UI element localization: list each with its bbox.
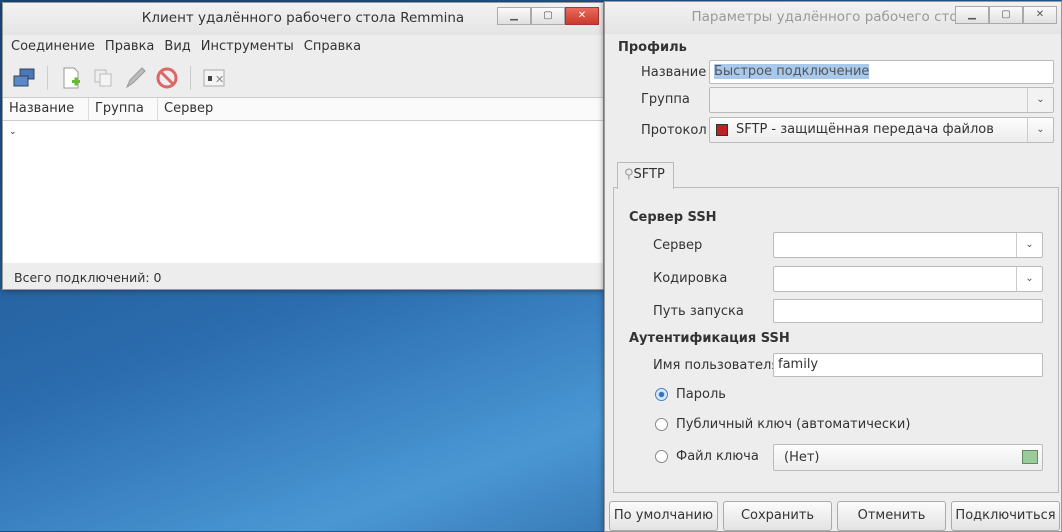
title-bar: Параметры удалённого рабочего стола ▁ ▢ ✕ <box>605 2 1061 34</box>
username-label: Имя пользователя <box>653 358 780 373</box>
name-input[interactable]: Быстрое подключение <box>709 60 1054 84</box>
status-bar: Всего подключений: 0 <box>14 270 162 285</box>
group-label: Группа <box>641 92 690 107</box>
keyfile-chooser[interactable]: (Нет) <box>773 444 1043 471</box>
column-group[interactable]: Группа <box>89 98 158 120</box>
menu-tools[interactable]: Инструменты <box>201 35 294 59</box>
chevron-down-icon: ⌄ <box>1027 88 1053 112</box>
svg-text:✕: ✕ <box>215 73 224 86</box>
edit-pencil-icon[interactable] <box>122 65 148 91</box>
ssh-server-heading: Сервер SSH <box>629 210 717 225</box>
title-bar: Клиент удалённого рабочего стола Remmina… <box>3 3 603 35</box>
radio-unchecked <box>655 450 668 463</box>
preferences-icon[interactable]: ✕ <box>201 65 227 91</box>
maximize-button[interactable]: ▢ <box>531 7 565 25</box>
menu-connection[interactable]: Соединение <box>11 35 95 59</box>
menu-bar: Соединение Правка Вид Инструменты Справк… <box>3 35 603 59</box>
chevron-down-icon: ⌄ <box>1027 118 1053 142</box>
delete-icon[interactable] <box>154 65 180 91</box>
remmina-main-window: Клиент удалённого рабочего стола Remmina… <box>2 2 604 290</box>
radio-unchecked <box>655 418 668 431</box>
minimize-button[interactable]: ▁ <box>497 7 531 25</box>
maximize-button[interactable]: ▢ <box>989 6 1023 24</box>
toolbar-separator <box>47 66 48 90</box>
menu-edit[interactable]: Правка <box>105 35 154 59</box>
keyfile-value: (Нет) <box>784 450 820 465</box>
sort-chevron-icon: ⌄ <box>9 127 17 137</box>
auth-pubkey-label: Публичный ключ (автоматически) <box>676 417 911 432</box>
auth-password-radio[interactable]: Пароль <box>655 387 726 402</box>
default-button[interactable]: По умолчанию <box>609 501 718 531</box>
encoding-label: Кодировка <box>653 271 728 286</box>
menu-view[interactable]: Вид <box>164 35 190 59</box>
close-button[interactable]: ✕ <box>1023 6 1057 24</box>
tab-sftp-label: SFTP <box>633 167 665 182</box>
protocol-label: Протокол <box>641 123 707 138</box>
ssh-auth-heading: Аутентификация SSH <box>629 331 790 346</box>
auth-password-label: Пароль <box>676 387 726 402</box>
startup-path-input[interactable] <box>773 299 1043 323</box>
minimize-button[interactable]: ▁ <box>955 6 989 24</box>
menu-help[interactable]: Справка <box>304 35 361 59</box>
tab-sftp[interactable]: ⚲SFTP <box>617 162 674 189</box>
new-file-icon[interactable] <box>58 65 84 91</box>
sftp-tab-icon: ⚲ <box>624 167 634 182</box>
group-combo[interactable]: ⌄ <box>709 87 1054 113</box>
close-button[interactable]: ✕ <box>565 7 599 25</box>
connect-icon[interactable] <box>11 65 37 91</box>
auth-keyfile-label: Файл ключа <box>676 449 759 464</box>
chevron-down-icon: ⌄ <box>1016 267 1042 291</box>
window-title: Клиент удалённого рабочего стола Remmina <box>141 10 465 26</box>
remote-desktop-preferences-dialog: Параметры удалённого рабочего стола ▁ ▢ ✕ … <box>604 1 1062 532</box>
copy-icon[interactable] <box>90 65 116 91</box>
dialog-title: Параметры удалённого рабочего стола <box>691 9 975 25</box>
toolbar: ✕ <box>3 59 603 97</box>
auth-keyfile-radio[interactable]: Файл ключа <box>655 449 759 464</box>
name-value: Быстрое подключение <box>714 64 870 79</box>
auth-pubkey-radio[interactable]: Публичный ключ (автоматически) <box>655 417 910 432</box>
startup-path-label: Путь запуска <box>653 304 744 319</box>
connection-list[interactable] <box>3 121 603 263</box>
server-combo[interactable]: ⌄ <box>773 232 1043 258</box>
username-input[interactable]: family <box>773 353 1043 377</box>
server-label: Сервер <box>653 238 703 253</box>
column-server[interactable]: Сервер <box>158 98 219 120</box>
sftp-protocol-icon <box>716 124 728 136</box>
chevron-down-icon: ⌄ <box>1016 233 1042 257</box>
toolbar-separator <box>190 66 191 90</box>
connection-list-header: Название ⌄ Группа Сервер <box>3 97 603 137</box>
protocol-combo[interactable]: SFTP - защищённая передача файлов ⌄ <box>709 117 1054 143</box>
column-name-label: Название <box>9 101 75 116</box>
cancel-button[interactable]: Отменить <box>837 501 946 531</box>
column-name[interactable]: Название ⌄ <box>3 98 89 137</box>
encoding-combo[interactable]: ⌄ <box>773 266 1043 292</box>
folder-open-icon <box>1022 450 1038 464</box>
profile-heading: Профиль <box>618 40 687 55</box>
save-button[interactable]: Сохранить <box>723 501 832 531</box>
connect-button[interactable]: Подключиться <box>951 501 1060 531</box>
name-label: Название <box>641 65 707 80</box>
protocol-value: SFTP - защищённая передача файлов <box>736 122 994 137</box>
radio-checked <box>655 388 668 401</box>
